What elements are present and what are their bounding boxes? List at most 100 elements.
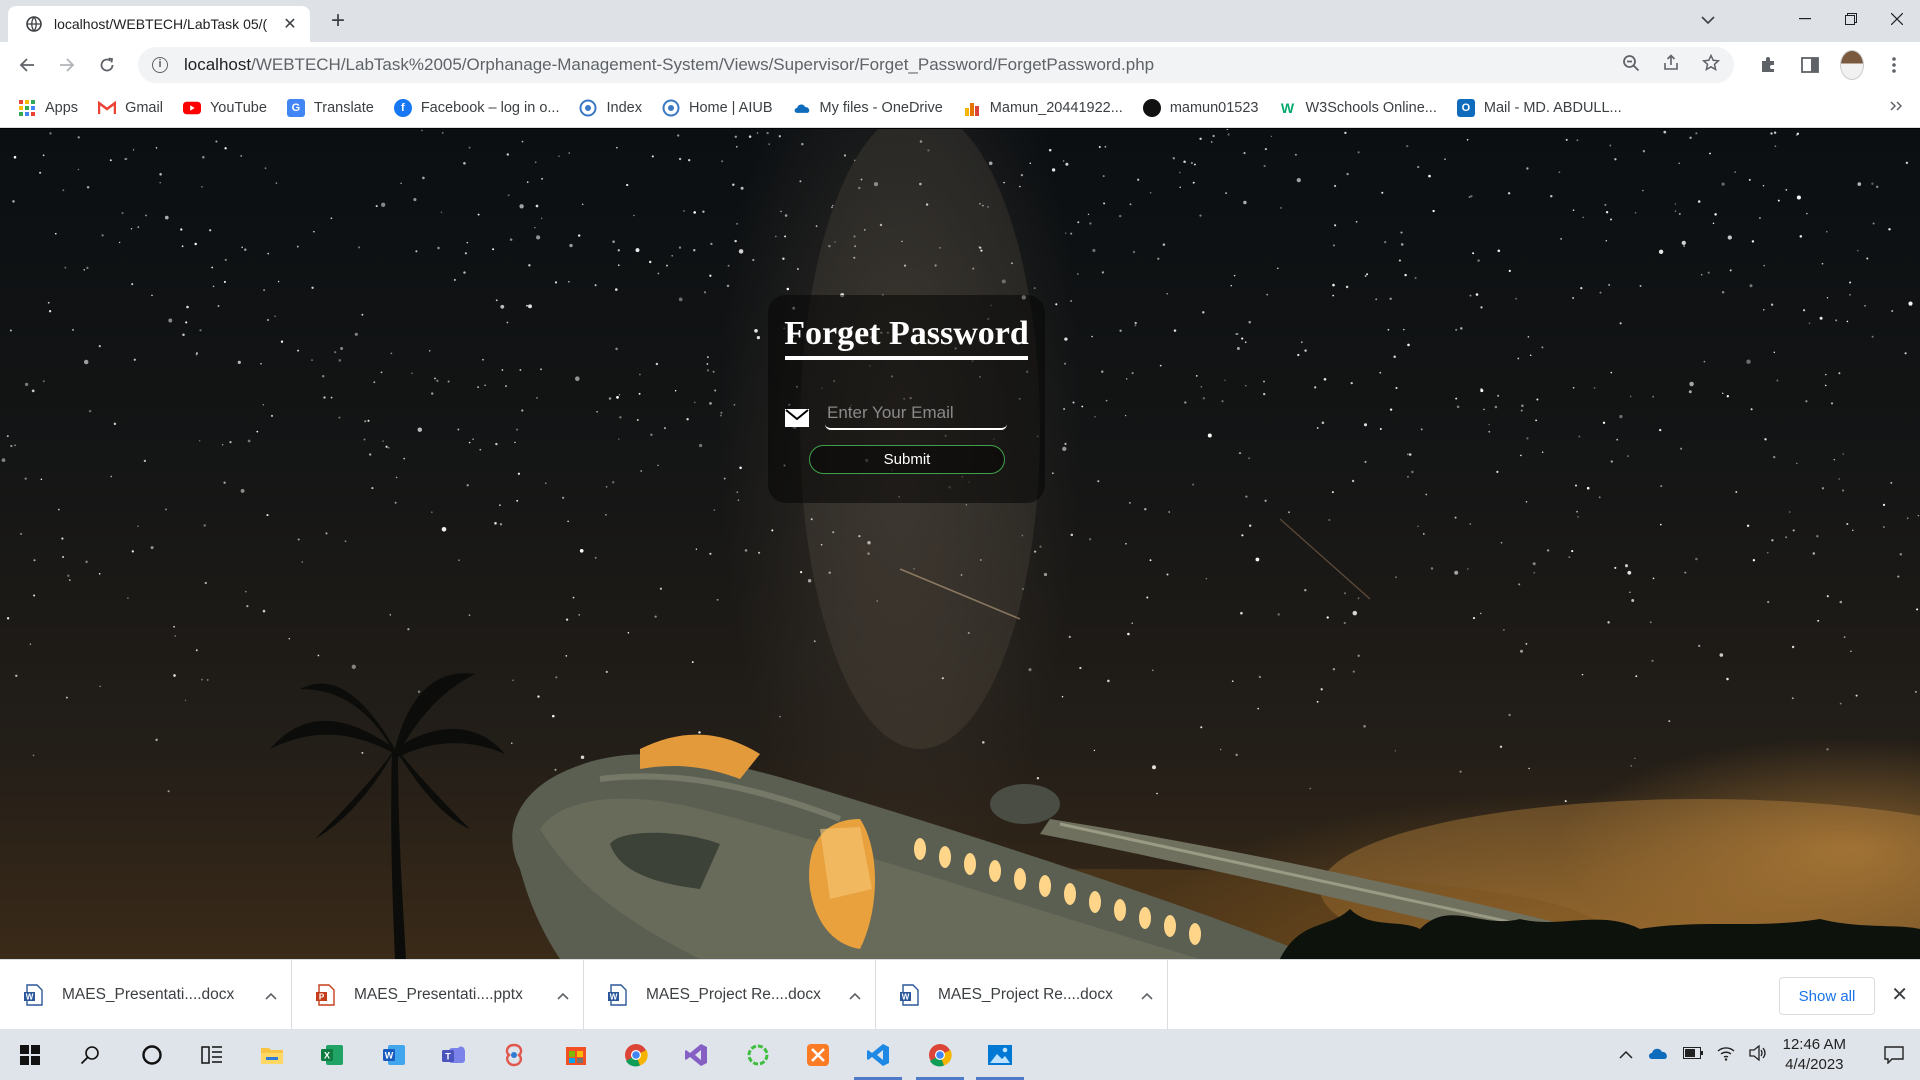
powerpoint-file-icon: P bbox=[316, 984, 335, 1006]
word-file-icon: W bbox=[608, 984, 627, 1006]
bookmark-item[interactable]: Index bbox=[579, 99, 642, 117]
address-bar[interactable]: i localhost/WEBTECH/LabTask%2005/Orphana… bbox=[138, 47, 1734, 83]
bookmark-star-icon[interactable] bbox=[1701, 53, 1721, 77]
download-filename: MAES_Presentati....pptx bbox=[354, 986, 523, 1003]
profile-avatar[interactable] bbox=[1840, 50, 1864, 80]
reload-icon[interactable] bbox=[92, 50, 122, 80]
download-filename: MAES_Presentati....docx bbox=[62, 986, 235, 1003]
clock-date: 4/4/2023 bbox=[1785, 1055, 1844, 1073]
svg-text:W: W bbox=[610, 993, 618, 1002]
bookmark-item[interactable]: Gmail bbox=[98, 99, 163, 117]
submit-button[interactable]: Submit bbox=[809, 445, 1005, 474]
bookmark-item[interactable]: YouTube bbox=[182, 99, 267, 117]
bookmark-label: My files - OneDrive bbox=[819, 99, 943, 116]
page-title: Forget Password bbox=[784, 315, 1029, 352]
system-tray: 12:46 AM 4/4/2023 bbox=[1619, 1029, 1920, 1080]
bookmark-item[interactable]: Mamun_20441922... bbox=[963, 99, 1123, 117]
download-item[interactable]: W MAES_Project Re....docx bbox=[876, 960, 1168, 1030]
zoom-icon[interactable] bbox=[1622, 54, 1640, 77]
svg-text:T: T bbox=[445, 1051, 451, 1061]
download-item[interactable]: W MAES_Project Re....docx bbox=[584, 960, 876, 1030]
back-arrow-icon[interactable] bbox=[12, 50, 42, 80]
bookmark-item[interactable]: O Mail - MD. ABDULL... bbox=[1456, 98, 1622, 117]
chevron-up-icon[interactable] bbox=[1619, 1046, 1633, 1063]
browser-toolbar: i localhost/WEBTECH/LabTask%2005/Orphana… bbox=[0, 42, 1920, 88]
outlook-icon: O bbox=[1456, 98, 1475, 117]
teams-icon[interactable]: T bbox=[424, 1029, 484, 1080]
bookmark-label: mamun01523 bbox=[1169, 99, 1259, 116]
visual-studio-icon[interactable] bbox=[666, 1029, 726, 1080]
bookmark-item[interactable]: f Facebook – log in o... bbox=[393, 98, 560, 117]
task-view-icon[interactable] bbox=[182, 1029, 242, 1080]
apps-grid-icon bbox=[18, 99, 36, 117]
tab-search-icon[interactable] bbox=[1694, 8, 1722, 32]
battery-icon[interactable] bbox=[1682, 1046, 1703, 1063]
downloads-shelf: Show all ✕ W MAES_Presentati....docx P MAES… bbox=[0, 959, 1920, 1030]
word-icon[interactable]: W bbox=[364, 1029, 424, 1080]
globe-icon bbox=[662, 99, 680, 117]
title-underline bbox=[785, 356, 1028, 360]
cortana-icon[interactable] bbox=[122, 1029, 182, 1080]
chevron-up-icon[interactable] bbox=[251, 987, 291, 1003]
w3schools-icon: W bbox=[1280, 99, 1295, 116]
close-window-icon[interactable] bbox=[1874, 0, 1920, 38]
chevron-up-icon[interactable] bbox=[1127, 987, 1167, 1003]
bookmark-label: W3Schools Online... bbox=[1305, 99, 1437, 116]
chrome-menu-icon[interactable] bbox=[1882, 50, 1906, 80]
bookmark-item[interactable]: Apps bbox=[18, 99, 78, 117]
restore-icon[interactable] bbox=[1828, 0, 1874, 38]
new-tab-button[interactable]: + bbox=[324, 8, 352, 36]
bookmark-item[interactable]: G Translate bbox=[286, 98, 374, 117]
bookmarks-bar: Apps Gmail YouTube G Translate f Facebook – lo… bbox=[0, 88, 1920, 128]
github-icon bbox=[1142, 98, 1161, 117]
share-icon[interactable] bbox=[1662, 53, 1680, 77]
bookmark-item[interactable]: W W3Schools Online... bbox=[1278, 99, 1437, 117]
forward-arrow-icon[interactable] bbox=[52, 50, 82, 80]
chrome-icon[interactable] bbox=[606, 1029, 666, 1080]
bookmark-label: Home | AIUB bbox=[688, 99, 773, 116]
download-item[interactable]: W MAES_Presentati....docx bbox=[0, 960, 292, 1030]
word-file-icon: W bbox=[24, 984, 43, 1006]
bookmark-label: Facebook – log in o... bbox=[420, 99, 560, 116]
bookmark-item[interactable]: My files - OneDrive bbox=[793, 99, 943, 117]
site-info-icon[interactable]: i bbox=[152, 57, 168, 73]
bookmark-item[interactable]: mamun01523 bbox=[1142, 98, 1259, 117]
minimize-icon[interactable] bbox=[1782, 0, 1828, 38]
clock-time: 12:46 AM bbox=[1782, 1035, 1846, 1053]
chevron-up-icon[interactable] bbox=[543, 987, 583, 1003]
photos-icon[interactable] bbox=[970, 1029, 1030, 1080]
chrome-active-icon[interactable] bbox=[910, 1029, 970, 1080]
translate-icon: G bbox=[286, 98, 305, 117]
paint-3d-icon[interactable] bbox=[484, 1029, 544, 1080]
chevron-up-icon[interactable] bbox=[835, 987, 875, 1003]
url-text[interactable]: localhost/WEBTECH/LabTask%2005/Orphanage… bbox=[184, 55, 1622, 75]
close-tab-icon[interactable]: ✕ bbox=[280, 14, 300, 34]
show-all-downloads-button[interactable]: Show all bbox=[1779, 977, 1875, 1015]
bookmark-item[interactable]: Home | AIUB bbox=[662, 99, 773, 117]
notifications-icon[interactable] bbox=[1874, 1045, 1914, 1064]
browser-tab[interactable]: localhost/WEBTECH/LabTask 05/( ✕ bbox=[8, 6, 310, 42]
bookmark-label: Index bbox=[606, 99, 642, 116]
onedrive-icon[interactable] bbox=[1647, 1046, 1669, 1064]
gmail-icon bbox=[98, 99, 117, 117]
file-explorer-icon[interactable] bbox=[242, 1029, 302, 1080]
bookmark-label: Translate bbox=[313, 99, 374, 116]
download-item[interactable]: P MAES_Presentati....pptx bbox=[292, 960, 584, 1030]
wifi-icon[interactable] bbox=[1717, 1045, 1735, 1065]
volume-icon[interactable] bbox=[1748, 1044, 1767, 1065]
mail-icon bbox=[785, 409, 809, 427]
windows-start-icon[interactable] bbox=[0, 1029, 60, 1080]
email-input[interactable] bbox=[825, 398, 1007, 430]
extensions-puzzle-icon[interactable] bbox=[1756, 50, 1780, 80]
close-downloads-icon[interactable]: ✕ bbox=[1891, 982, 1908, 1007]
page-viewport: Forget Password Submit bbox=[0, 129, 1920, 959]
more-bookmarks-icon[interactable] bbox=[1890, 98, 1903, 116]
vscode-icon[interactable] bbox=[848, 1029, 908, 1080]
microsoft-store-icon[interactable] bbox=[546, 1029, 606, 1080]
xampp-icon[interactable] bbox=[788, 1029, 848, 1080]
side-panel-icon[interactable] bbox=[1798, 50, 1822, 80]
excel-icon[interactable]: X bbox=[302, 1029, 362, 1080]
system-clock[interactable]: 12:46 AM 4/4/2023 bbox=[1783, 1035, 1846, 1075]
search-icon[interactable] bbox=[60, 1029, 120, 1080]
circular-app-icon[interactable] bbox=[728, 1029, 788, 1080]
